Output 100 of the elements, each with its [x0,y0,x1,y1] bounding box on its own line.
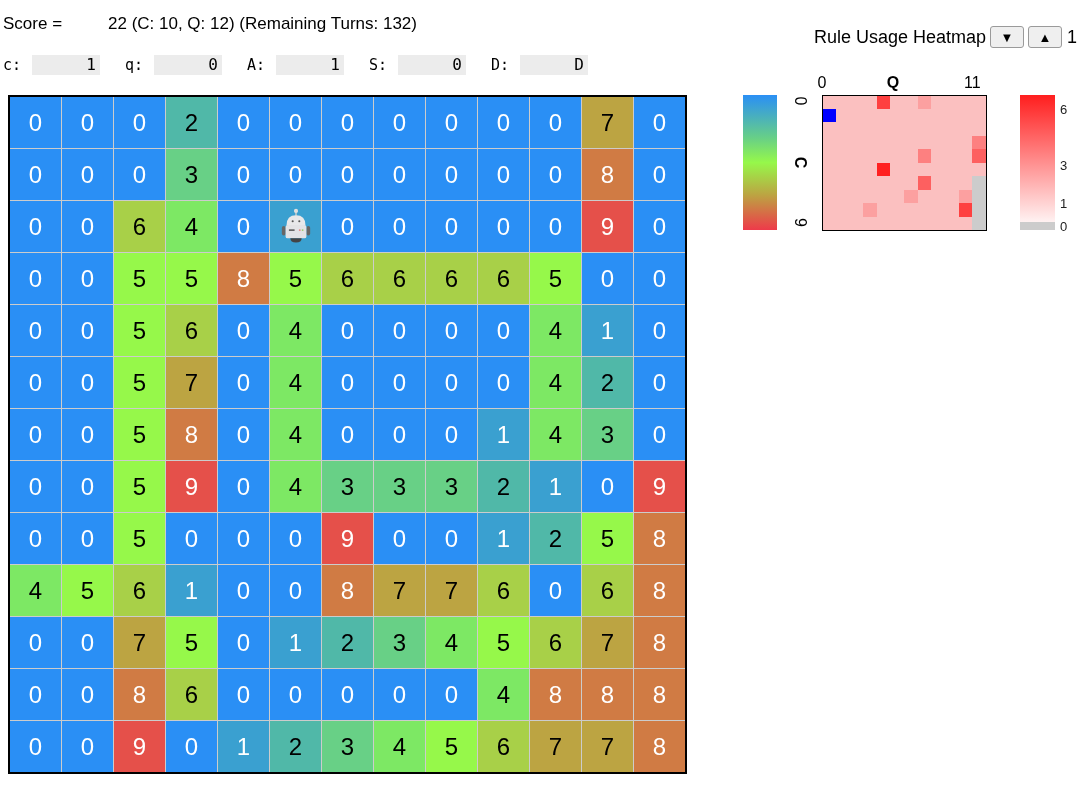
grid-cell: 4 [10,565,61,616]
grid-cell: 0 [322,409,373,460]
grid-cell: 0 [62,97,113,148]
colorbar-tick-label: 1 [1060,195,1068,211]
grid-cell: 5 [114,357,165,408]
grid-cell: 0 [218,461,269,512]
arrow-button[interactable]: ▼ [990,26,1024,48]
grid-cell: 1 [478,513,529,564]
grid-cell: 4 [270,409,321,460]
grid-cell: 0 [426,357,477,408]
grid-cell: 0 [322,357,373,408]
grid-cell: 0 [62,617,113,668]
grid-cell: 0 [10,669,61,720]
grid-cell: 4 [374,721,425,772]
grid-cell: 0 [634,97,685,148]
grid-cell: 0 [374,357,425,408]
grid-cell: 0 [270,669,321,720]
grid-cell: 0 [634,149,685,200]
grid-cell: 7 [582,97,633,148]
axis-tick-label: 9 [791,218,809,227]
grid-cell: 5 [62,565,113,616]
grid-cell: 0 [270,513,321,564]
grid-cell: 5 [114,513,165,564]
grid-cell: 5 [114,253,165,304]
grid-cell: 4 [270,305,321,356]
grid-cell: 0 [10,201,61,252]
grid-cell: 0 [374,97,425,148]
grid-cell: 0 [218,201,269,252]
grid-cell: 0 [634,357,685,408]
grid-cell: 0 [426,97,477,148]
grid-cell: 7 [166,357,217,408]
axis-tick-label: 11 [964,74,981,91]
grid-cell: 0 [530,97,581,148]
grid-cell: 8 [166,409,217,460]
grid-cell: 0 [114,97,165,148]
grid-cell: 2 [166,97,217,148]
grid-cell: 4 [270,357,321,408]
grid-cell: 0 [62,305,113,356]
grid-cell: 0 [322,149,373,200]
grid-cell: 8 [530,669,581,720]
grid-cell: 0 [374,669,425,720]
grid-cell: 9 [634,461,685,512]
grid-cell: 0 [582,461,633,512]
grid-cell: 8 [634,565,685,616]
grid-cell: 0 [62,409,113,460]
grid-cell: 1 [582,305,633,356]
grid-cell: 8 [634,669,685,720]
grid-cell: 0 [10,721,61,772]
value-field[interactable]: 0 [154,55,222,75]
grid-cell: 0 [218,305,269,356]
axis-title: C [791,156,809,169]
grid-cell: 0 [582,253,633,304]
grid-cell: 4 [426,617,477,668]
value-field[interactable]: 1 [276,55,344,75]
grid-cell: 7 [582,617,633,668]
grid-cell: 6 [478,565,529,616]
grid-cell: 8 [322,565,373,616]
grid-cell: 0 [478,149,529,200]
grid-cell: 0 [478,305,529,356]
field-label: D: [491,54,511,76]
grid-cell: 0 [114,149,165,200]
grid-cell: 0 [634,305,685,356]
grid-cell: 8 [582,149,633,200]
grid-cell: 0 [62,149,113,200]
grid-cell: 7 [114,617,165,668]
arrow-button[interactable]: ▲ [1028,26,1062,48]
grid-cell: 3 [582,409,633,460]
axis-tick-label: 0 [791,96,809,106]
grid-cell: 0 [270,565,321,616]
grid-cell: 0 [322,97,373,148]
grid-cell: 0 [218,97,269,148]
grid-cell: 8 [218,253,269,304]
grid-cell: 9 [166,461,217,512]
value-field[interactable]: 0 [398,55,466,75]
grid-cell: 9 [322,513,373,564]
grid-cell: 6 [478,253,529,304]
value-field[interactable]: D [520,55,588,75]
field-label: c: [3,54,23,76]
grid-cell: 7 [374,565,425,616]
axis-title: Q [886,74,900,91]
grid-cell: 0 [10,461,61,512]
grid-cell: 3 [322,721,373,772]
grid-cell: 0 [426,305,477,356]
grid-cell: 7 [426,565,477,616]
grid-cell: 8 [634,721,685,772]
grid-cell: 0 [10,305,61,356]
grid-cell: 0 [478,201,529,252]
grid-cell: 9 [582,201,633,252]
grid-cell: 8 [114,669,165,720]
grid-cell: 0 [426,669,477,720]
grid-cell: 2 [270,721,321,772]
grid-cell: 0 [426,201,477,252]
grid-cell: 4 [478,669,529,720]
grid-cell: 2 [582,357,633,408]
value-field[interactable]: 1 [32,55,100,75]
grid-cell: 1 [530,461,581,512]
grid-cell: 5 [478,617,529,668]
grid-cell: 6 [478,721,529,772]
grid-cell: 0 [166,721,217,772]
grid-cell: 3 [426,461,477,512]
